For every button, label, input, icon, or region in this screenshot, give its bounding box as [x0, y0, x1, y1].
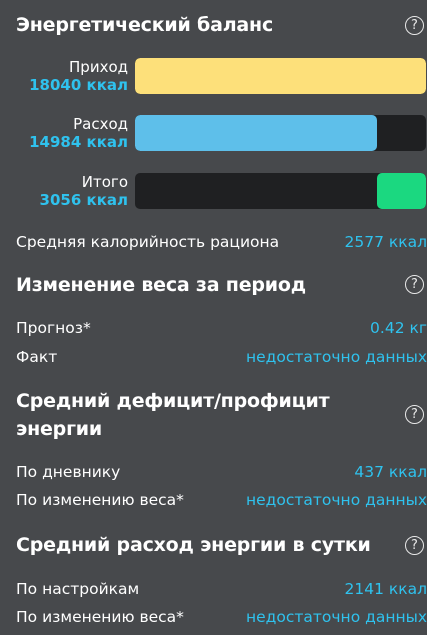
- weight-change-help-icon[interactable]: ?: [405, 275, 424, 294]
- total-bar: [135, 173, 426, 209]
- expense-bar-fill: [135, 115, 377, 151]
- fact-label: Факт: [16, 348, 58, 366]
- fact-row: Факт недостаточно данных: [16, 347, 427, 367]
- diary-label: По дневнику: [16, 463, 121, 481]
- expense-value: 14984 ккал: [29, 133, 128, 151]
- fact-value: недостаточно данных: [245, 348, 427, 366]
- expense-label: Расход: [73, 115, 128, 133]
- deficit-title: Средний дефицит/профицит энергии: [16, 387, 330, 443]
- expense-label-group: Расход 14984 ккал: [29, 115, 128, 151]
- deficit-help-icon[interactable]: ?: [405, 405, 424, 424]
- avg-calorie-label: Средняя калорийность рациона: [16, 233, 280, 251]
- deficit-title-line1: Средний дефицит/профицит: [16, 390, 330, 412]
- expenditure-weight-value: недостаточно данных: [245, 608, 427, 626]
- income-bar-fill: [135, 58, 426, 94]
- settings-value: 2141 ккал: [344, 580, 427, 598]
- expenditure-weight-label: По изменению веса*: [16, 608, 184, 626]
- income-label-group: Приход 18040 ккал: [29, 58, 128, 94]
- deficit-weight-value: недостаточно данных: [245, 491, 427, 509]
- expenditure-title: Средний расход энергии в сутки: [16, 534, 371, 556]
- total-label-group: Итого 3056 ккал: [40, 173, 128, 209]
- forecast-label: Прогноз*: [16, 319, 91, 337]
- expense-bar: [135, 115, 426, 151]
- avg-calorie-row: Средняя калорийность рациона 2577 ккал: [16, 232, 427, 252]
- forecast-row: Прогноз* 0.42 кг: [16, 318, 427, 338]
- deficit-weight-row: По изменению веса* недостаточно данных: [16, 490, 427, 510]
- forecast-value: 0.42 кг: [370, 319, 427, 337]
- energy-balance-help-icon[interactable]: ?: [405, 16, 424, 35]
- diary-value: 437 ккал: [354, 463, 427, 481]
- diary-row: По дневнику 437 ккал: [16, 462, 427, 482]
- deficit-weight-label: По изменению веса*: [16, 491, 184, 509]
- avg-calorie-value: 2577 ккал: [344, 233, 427, 251]
- total-label: Итого: [81, 173, 128, 191]
- settings-row: По настройкам 2141 ккал: [16, 579, 427, 599]
- deficit-title-line2: энергии: [16, 418, 103, 440]
- total-bar-fill: [376, 173, 426, 209]
- expenditure-weight-row: По изменению веса* недостаточно данных: [16, 607, 427, 627]
- income-bar: [135, 58, 426, 94]
- settings-label: По настройкам: [16, 580, 140, 598]
- income-label: Приход: [69, 58, 128, 76]
- expenditure-help-icon[interactable]: ?: [405, 536, 424, 555]
- total-value: 3056 ккал: [39, 191, 128, 209]
- weight-change-title: Изменение веса за период: [16, 274, 306, 296]
- income-value: 18040 ккал: [29, 76, 128, 94]
- energy-balance-title: Энергетический баланс: [16, 14, 274, 36]
